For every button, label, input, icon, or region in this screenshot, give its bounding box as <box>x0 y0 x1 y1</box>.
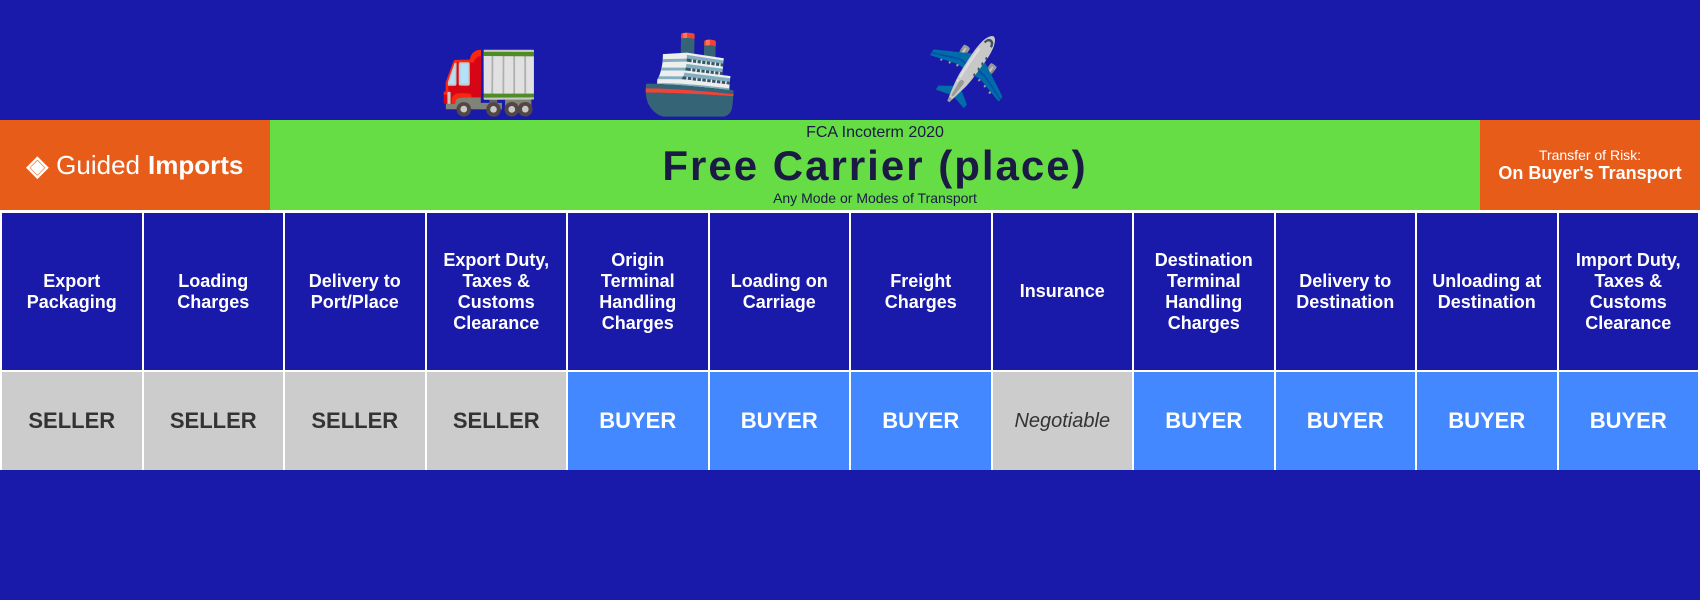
columns-row: Export PackagingLoading ChargesDelivery … <box>0 210 1700 370</box>
truck-icon: 🚛 <box>440 26 540 120</box>
logo-guided: Guided <box>56 150 140 181</box>
risk-value: On Buyer's Transport <box>1498 163 1681 184</box>
ship-icon: 🚢 <box>640 26 740 120</box>
col-header-delivery-port: Delivery to Port/Place <box>285 213 427 370</box>
icons-row: 🚛 🚢 ✈️ <box>0 0 1700 120</box>
col-header-origin-terminal: Origin Terminal Handling Charges <box>568 213 710 370</box>
val-cell-insurance-val: Negotiable <box>993 372 1135 470</box>
bottom-area <box>0 470 1700 550</box>
col-header-unloading-dest: Unloading at Destination <box>1417 213 1559 370</box>
values-row: SELLERSELLERSELLERSELLERBUYERBUYERBUYERN… <box>0 370 1700 470</box>
col-header-export-duty: Export Duty, Taxes & Customs Clearance <box>427 213 569 370</box>
val-cell-loading-carriage-val: BUYER <box>710 372 852 470</box>
incoterm-subtitle: Any Mode or Modes of Transport <box>773 190 977 206</box>
title-cell: FCA Incoterm 2020 Free Carrier (place) A… <box>270 120 1480 210</box>
val-cell-freight-charges-val: BUYER <box>851 372 993 470</box>
val-cell-import-duty-val: BUYER <box>1559 372 1700 470</box>
logo: ◈ Guided Imports <box>27 149 244 182</box>
logo-icon: ◈ <box>27 149 49 182</box>
val-cell-export-packaging-val: SELLER <box>0 372 144 470</box>
val-cell-delivery-port-val: SELLER <box>285 372 427 470</box>
col-header-export-packaging: Export Packaging <box>0 213 144 370</box>
val-cell-unloading-dest-val: BUYER <box>1417 372 1559 470</box>
col-header-loading-carriage: Loading on Carriage <box>710 213 852 370</box>
val-cell-export-duty-val: SELLER <box>427 372 569 470</box>
val-cell-loading-charges-val: SELLER <box>144 372 286 470</box>
col-header-freight-charges: Freight Charges <box>851 213 993 370</box>
col-header-delivery-dest: Delivery to Destination <box>1276 213 1418 370</box>
val-cell-delivery-dest-val: BUYER <box>1276 372 1418 470</box>
logo-imports: Imports <box>148 150 243 181</box>
header-row: ◈ Guided Imports FCA Incoterm 2020 Free … <box>0 120 1700 210</box>
risk-cell: Transfer of Risk: On Buyer's Transport <box>1480 120 1700 210</box>
val-cell-origin-terminal-val: BUYER <box>568 372 710 470</box>
val-cell-dest-terminal-val: BUYER <box>1134 372 1276 470</box>
plane-icon: ✈️ <box>924 33 1010 116</box>
incoterm-title: Free Carrier (place) <box>662 142 1087 190</box>
col-header-import-duty: Import Duty, Taxes & Customs Clearance <box>1559 213 1700 370</box>
logo-cell: ◈ Guided Imports <box>0 120 270 210</box>
col-header-insurance: Insurance <box>993 213 1135 370</box>
incoterm-label: FCA Incoterm 2020 <box>806 124 944 142</box>
col-header-dest-terminal: Destination Terminal Handling Charges <box>1134 213 1276 370</box>
col-header-loading-charges: Loading Charges <box>144 213 286 370</box>
risk-label: Transfer of Risk: <box>1539 147 1641 163</box>
